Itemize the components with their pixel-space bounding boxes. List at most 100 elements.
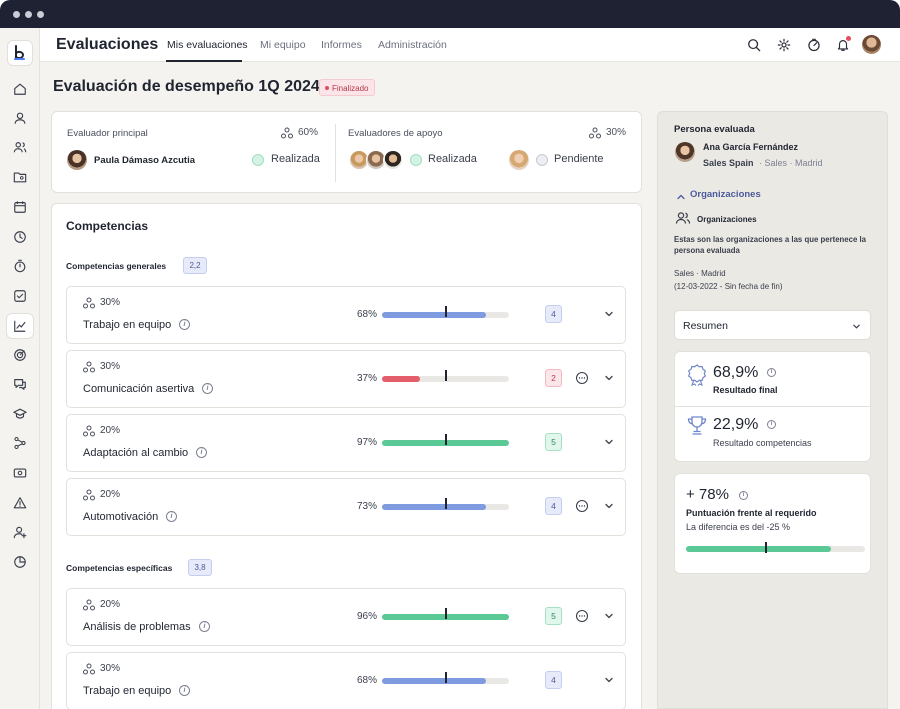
app-logo[interactable] <box>7 40 33 66</box>
support-evaluator-avatar-3 <box>383 150 403 170</box>
tab-mi-equipo[interactable]: Mi equipo <box>260 39 306 51</box>
comment-icon[interactable] <box>575 609 589 623</box>
chevron-down-icon[interactable] <box>604 437 614 447</box>
info-icon[interactable]: i <box>202 383 213 394</box>
pie-chart-icon[interactable] <box>11 553 29 571</box>
flow-icon[interactable] <box>11 434 29 452</box>
window-titlebar <box>0 0 900 28</box>
group-score-generales: 2,2 <box>183 257 207 274</box>
info-icon[interactable]: i <box>199 621 210 632</box>
competency-score: 4 <box>545 305 562 323</box>
users-icon <box>675 211 691 225</box>
chevron-down-icon[interactable] <box>604 309 614 319</box>
search-icon[interactable] <box>746 37 762 53</box>
clock-icon[interactable] <box>11 228 29 246</box>
requirement-score-value: + 78% <box>686 486 729 503</box>
competency-row[interactable]: 30% Trabajo en equipo i 68% 4 <box>66 286 626 344</box>
window-dot-close[interactable] <box>13 11 20 18</box>
check-square-icon[interactable] <box>11 287 29 305</box>
user-icon[interactable] <box>11 109 29 127</box>
competency-row[interactable]: 30% Comunicación asertiva i 37% 2 <box>66 350 626 408</box>
main-evaluator-name: Paula Dámaso Azcutia <box>94 155 196 166</box>
app-section-title: Evaluaciones <box>56 36 159 53</box>
competency-percentage: 73% <box>356 501 377 512</box>
competency-progress-fill <box>382 678 487 684</box>
divider <box>335 124 336 182</box>
competency-weight: 30% <box>100 361 121 372</box>
competency-row[interactable]: 20% Adaptación al cambio i 97% 5 <box>66 414 626 472</box>
info-icon[interactable]: i <box>179 319 190 330</box>
competency-row[interactable]: 20% Automotivación i 73% 4 <box>66 478 626 536</box>
evaluated-person-location: · Sales · Madrid <box>759 158 823 168</box>
info-icon[interactable]: i <box>179 685 190 696</box>
summary-select[interactable]: Resumen <box>674 310 871 340</box>
comment-icon[interactable] <box>575 499 589 513</box>
stopwatch-icon[interactable] <box>11 257 29 275</box>
requirement-progress-fill <box>686 546 831 552</box>
competency-progress-fill <box>382 504 487 510</box>
competencies-result-value: 22,9% <box>713 416 759 433</box>
competency-percentage: 96% <box>356 611 377 622</box>
competency-weight: 30% <box>100 297 121 308</box>
target-icon[interactable] <box>11 346 29 364</box>
status-pending-icon <box>536 154 548 166</box>
gear-icon[interactable] <box>776 37 792 53</box>
weight-icon <box>83 361 95 373</box>
competency-weight: 20% <box>100 489 121 500</box>
competency-name: Análisis de problemas <box>83 621 191 633</box>
chevron-down-icon[interactable] <box>604 373 614 383</box>
info-icon[interactable]: i <box>767 368 776 377</box>
competency-progress-fill <box>382 376 421 382</box>
users-icon[interactable] <box>11 138 29 156</box>
info-icon[interactable]: i <box>166 511 177 522</box>
competency-name: Trabajo en equipo <box>83 319 172 331</box>
chevron-down-icon[interactable] <box>604 675 614 685</box>
competency-weight: 20% <box>100 425 121 436</box>
money-icon[interactable] <box>11 464 29 482</box>
competency-row[interactable]: 20% Análisis de problemas i 96% 5 <box>66 588 626 646</box>
alert-icon[interactable] <box>11 494 29 512</box>
tab-administracion[interactable]: Administración <box>378 39 447 51</box>
speedometer-icon[interactable] <box>806 37 822 53</box>
window-dot-minimize[interactable] <box>25 11 32 18</box>
organizations-toggle[interactable]: Organizaciones <box>690 189 761 200</box>
summary-select-value: Resumen <box>683 320 728 332</box>
info-icon[interactable]: i <box>739 491 748 500</box>
support-pending-status: Pendiente <box>554 153 604 165</box>
competency-required-marker <box>445 498 447 509</box>
info-icon[interactable]: i <box>196 447 207 458</box>
chat-icon[interactable] <box>11 375 29 393</box>
competency-row[interactable]: 30% Trabajo en equipo i 68% 4 <box>66 652 626 709</box>
comment-icon[interactable] <box>575 371 589 385</box>
tab-mis-evaluaciones[interactable]: Mis evaluaciones <box>167 39 248 51</box>
info-icon[interactable]: i <box>767 420 776 429</box>
chevron-down-icon[interactable] <box>604 501 614 511</box>
user-plus-icon[interactable] <box>11 523 29 541</box>
active-tab-underline <box>166 60 242 62</box>
folder-user-icon[interactable] <box>11 168 29 186</box>
competency-name: Automotivación <box>83 511 159 523</box>
graduation-cap-icon[interactable] <box>11 405 29 423</box>
chevron-down-icon[interactable] <box>604 611 614 621</box>
tab-informes[interactable]: Informes <box>321 39 362 51</box>
requirement-score-label: Puntuación frente al requerido <box>686 508 817 518</box>
competency-percentage: 68% <box>356 675 377 686</box>
organization-name: Sales · Madrid <box>674 269 726 278</box>
divider <box>675 406 870 407</box>
home-icon[interactable] <box>11 80 29 98</box>
organizations-title: Organizaciones <box>697 215 757 224</box>
page-title: Evaluación de desempeño 1Q 2024 <box>53 78 320 95</box>
competency-weight: 30% <box>100 663 121 674</box>
support-evaluators-weight: 30% <box>606 127 627 138</box>
user-avatar[interactable] <box>862 35 881 54</box>
top-header: Evaluaciones Mis evaluaciones Mi equipo … <box>40 28 900 62</box>
competency-score: 4 <box>545 671 562 689</box>
window-dot-maximize[interactable] <box>37 11 44 18</box>
chart-line-icon[interactable] <box>11 317 29 335</box>
evaluated-person-title: Persona evaluada <box>674 124 755 135</box>
weight-icon <box>589 127 601 139</box>
chevron-up-icon[interactable] <box>676 189 686 200</box>
competency-score: 2 <box>545 369 562 387</box>
calendar-icon[interactable] <box>11 198 29 216</box>
competency-score: 4 <box>545 497 562 515</box>
